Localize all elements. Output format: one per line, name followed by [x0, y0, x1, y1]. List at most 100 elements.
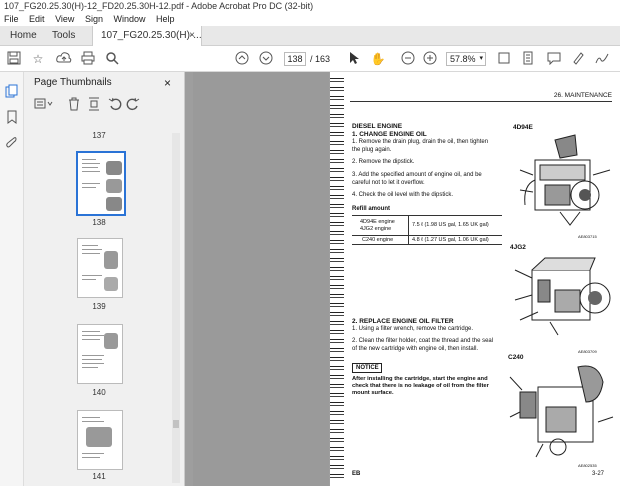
rotate-right-icon[interactable]	[126, 97, 140, 114]
thumbnail-label-138: 138	[92, 218, 106, 227]
binding-ring	[330, 159, 344, 163]
zoom-search-icon[interactable]	[104, 51, 120, 67]
insert-page-icon[interactable]	[88, 97, 100, 114]
scroll-mode-icon[interactable]	[520, 51, 536, 67]
binding-ring	[330, 186, 344, 190]
step-text: 4. Check the oil level with the dipstick…	[352, 192, 454, 198]
page-up-icon[interactable]	[234, 51, 250, 67]
binding-ring	[330, 204, 344, 208]
zoom-in-icon[interactable]	[422, 51, 438, 67]
binding-ring	[330, 429, 344, 433]
refill-amount-cell: 4.8 ℓ (1.27 US gal, 1.06 UK gal)	[412, 237, 489, 243]
attachments-icon[interactable]	[4, 136, 20, 152]
refill-engine-cell: 4JG2 engine	[360, 226, 392, 232]
step-text: 2. Clean the filter holder, coat the thr…	[352, 338, 494, 344]
thumbnail-page-141[interactable]	[77, 410, 123, 470]
page-thumbnails-panel: Page Thumbnails × 137 138 139 140 141	[24, 72, 185, 486]
binding-ring	[330, 375, 344, 379]
binding-ring	[330, 114, 344, 118]
menu-file[interactable]: File	[4, 14, 19, 24]
notice-label: NOTICE	[356, 365, 379, 371]
step-text: of the new cartridge with engine oil, th…	[352, 346, 479, 352]
page-down-icon[interactable]	[258, 51, 274, 67]
binding-ring	[330, 87, 344, 91]
binding-ring	[330, 213, 344, 217]
page-header: 26. MAINTENANCE	[553, 92, 612, 99]
thumbnail-page-139[interactable]	[77, 238, 123, 298]
figure-code: AE802535	[578, 463, 597, 468]
figure-code: AE803715	[578, 234, 597, 239]
refill-table: 4D94E engine 4JG2 engine 7.5 ℓ (1.98 US …	[352, 215, 502, 245]
zoom-level-value: 57.8%	[450, 54, 476, 64]
zoom-level-select[interactable]: 57.8% ▾	[446, 52, 486, 66]
thumbnail-scrollbar[interactable]	[172, 133, 180, 483]
upload-cloud-icon[interactable]	[56, 51, 72, 67]
hand-tool-icon[interactable]: ✋	[370, 51, 386, 67]
zoom-out-icon[interactable]	[400, 51, 416, 67]
binding-ring	[330, 285, 344, 289]
binding-ring	[330, 438, 344, 442]
fit-page-icon[interactable]	[496, 51, 512, 67]
comment-icon[interactable]	[546, 51, 562, 67]
binding-ring	[330, 465, 344, 469]
notice-text: mount surface.	[352, 390, 394, 396]
notice-text: check that there is no leakage of oil fr…	[352, 383, 489, 389]
refill-amount-cell: 7.5 ℓ (1.98 US gal, 1.65 UK gal)	[412, 222, 489, 228]
menu-sign[interactable]: Sign	[85, 14, 103, 24]
trash-icon[interactable]	[68, 97, 80, 114]
tab-home[interactable]: Home	[2, 26, 45, 46]
previous-page-edge	[193, 72, 329, 486]
thumbnail-label-140: 140	[92, 388, 106, 397]
step-text: 3. Add the specified amount of engine oi…	[352, 172, 482, 178]
header-rule	[350, 101, 612, 102]
binding-ring	[330, 258, 344, 262]
close-panel-icon[interactable]: ×	[164, 76, 171, 90]
tab-document[interactable]: 107_FG20.25.30(H)-... ×	[92, 26, 202, 46]
step-text: 1. Remove the drain plug, drain the oil,…	[352, 139, 489, 145]
chevron-down-icon: ▾	[479, 55, 483, 62]
left-navigation-rail	[0, 72, 24, 486]
engine-4jg2-illustration	[514, 257, 611, 336]
pdf-page[interactable]: 26. MAINTENANCE DIESEL ENGINE 1. CHANGE …	[330, 72, 620, 486]
rotate-left-icon[interactable]	[108, 97, 122, 114]
binding-ring	[330, 474, 344, 478]
menu-view[interactable]: View	[55, 14, 74, 24]
save-icon[interactable]	[6, 51, 22, 67]
binding-ring	[330, 447, 344, 451]
page-number-input[interactable]: 138	[284, 52, 306, 66]
highlight-pen-icon[interactable]	[570, 51, 586, 67]
binding-ring	[330, 276, 344, 280]
thumbnail-label-137: 137	[92, 131, 106, 140]
print-icon[interactable]	[80, 51, 96, 67]
page-total: / 163	[310, 54, 331, 64]
binding-ring	[330, 393, 344, 397]
binding-ring	[330, 348, 344, 352]
binding-ring	[330, 456, 344, 460]
options-menu-icon[interactable]	[34, 98, 54, 112]
binding-ring	[330, 402, 344, 406]
close-tab-icon[interactable]: ×	[189, 26, 195, 46]
binding-ring	[330, 168, 344, 172]
menu-edit[interactable]: Edit	[29, 14, 45, 24]
bookmark-star-icon[interactable]: ☆	[30, 51, 46, 67]
binding-ring	[330, 303, 344, 307]
panel-title: Page Thumbnails	[34, 77, 112, 88]
thumbnail-page-138[interactable]	[76, 151, 126, 216]
binding-ring	[330, 150, 344, 154]
draw-sign-icon[interactable]	[594, 51, 610, 67]
select-cursor-icon[interactable]	[346, 51, 362, 67]
menu-window[interactable]: Window	[113, 14, 145, 24]
thumbnail-page-140[interactable]	[77, 324, 123, 384]
thumbnail-scrollbar-thumb[interactable]	[173, 420, 179, 428]
notice-box: NOTICE	[352, 363, 382, 373]
tab-tools[interactable]: Tools	[44, 26, 83, 46]
footer-left: EB	[352, 471, 361, 477]
tab-document-label: 107_FG20.25.30(H)-...	[101, 30, 202, 41]
bookmarks-icon[interactable]	[4, 110, 20, 126]
notice-text: After installing the cartridge, start th…	[352, 376, 488, 382]
menu-bar: File Edit View Sign Window Help	[0, 13, 620, 26]
binding-ring	[330, 330, 344, 334]
page-thumbnails-icon[interactable]	[4, 84, 20, 100]
refill-engine-cell: C240 engine	[362, 237, 394, 243]
menu-help[interactable]: Help	[156, 14, 175, 24]
